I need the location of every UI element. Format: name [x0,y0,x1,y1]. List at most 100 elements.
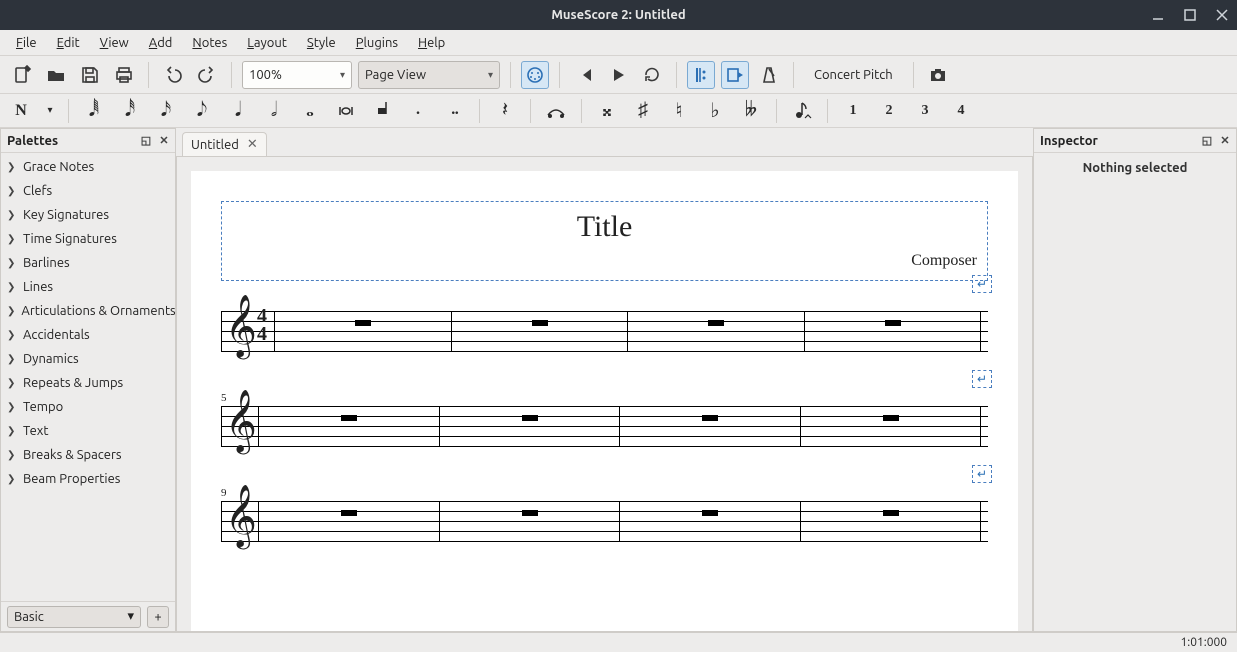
menu-add[interactable]: Add [139,33,183,53]
staff-system[interactable]: ↵𝄞44 [221,311,988,351]
note-longa-button[interactable] [369,98,395,124]
midi-input-button[interactable] [521,61,549,89]
palette-item[interactable]: ❯Lines [1,275,175,299]
flip-button[interactable] [789,98,815,124]
staff-system[interactable]: 9↵𝄞 [221,501,988,541]
sharp-button[interactable]: ♯ [630,98,656,124]
image-capture-button[interactable] [924,61,952,89]
open-button[interactable] [42,61,70,89]
close-panel-icon[interactable]: ✕ [157,134,171,148]
flat-button[interactable]: ♭ [702,98,728,124]
staff-system[interactable]: 5↵𝄞 [221,406,988,446]
double-dot-button[interactable]: .. [441,94,467,120]
whole-rest[interactable] [341,510,357,516]
palette-item[interactable]: ❯Breaks & Spacers [1,443,175,467]
workspace-dropdown[interactable]: Basic ▾ [7,606,141,628]
tab-score[interactable]: Untitled ✕ [182,132,267,156]
menu-plugins[interactable]: Plugins [346,33,408,53]
voice-2-button[interactable]: 2 [876,98,902,124]
canvas[interactable]: Title Composer ↵𝄞445↵𝄞9↵𝄞 [176,156,1033,632]
voice-1-button[interactable]: 1 [840,98,866,124]
new-score-button[interactable] [8,61,36,89]
double-sharp-button[interactable]: 𝄪 [594,98,620,124]
palette-item[interactable]: ❯Key Signatures [1,203,175,227]
concert-pitch-button[interactable]: Concert Pitch [804,61,903,89]
whole-rest[interactable] [341,415,357,421]
whole-rest[interactable] [883,510,899,516]
dot-button[interactable]: . [405,94,431,120]
note-16th-button[interactable]: 𝅘𝅥𝅯 [153,98,179,124]
window-minimize-icon[interactable] [1151,8,1165,22]
add-workspace-button[interactable]: + [147,606,169,628]
undo-button[interactable] [159,61,187,89]
menu-view[interactable]: View [90,33,139,53]
time-signature[interactable]: 44 [257,307,267,343]
system-break-icon[interactable]: ↵ [972,275,992,293]
note-input-chevron-icon[interactable]: ▾ [44,98,56,124]
palette-item[interactable]: ❯Accidentals [1,323,175,347]
whole-rest[interactable] [522,510,538,516]
whole-rest[interactable] [885,320,901,326]
rest-button[interactable]: 𝄽 [492,98,518,124]
palette-item[interactable]: ❯Articulations & Ornaments [1,299,175,323]
whole-rest[interactable] [883,415,899,421]
double-flat-button[interactable]: 𝄫 [738,98,764,124]
metronome-button[interactable] [755,61,783,89]
menu-notes[interactable]: Notes [182,33,237,53]
note-input-button[interactable]: N [8,98,34,124]
tie-button[interactable] [543,98,569,124]
menu-style[interactable]: Style [297,33,346,53]
loop-button[interactable] [638,61,666,89]
play-button[interactable] [604,61,632,89]
undock-icon[interactable]: ◱ [139,134,153,148]
score-composer[interactable]: Composer [232,252,977,270]
palette-item[interactable]: ❯Barlines [1,251,175,275]
pan-playback-button[interactable] [721,61,749,89]
menu-file[interactable]: File [6,33,47,53]
palette-item[interactable]: ❯Clefs [1,179,175,203]
treble-clef-icon[interactable]: 𝄞 [225,299,257,353]
voice-3-button[interactable]: 3 [912,98,938,124]
note-quarter-button[interactable]: 𝅘𝅥 [225,98,251,124]
close-tab-icon[interactable]: ✕ [247,137,258,152]
note-8th-button[interactable]: 𝅘𝅥𝅮 [189,98,215,124]
note-whole-button[interactable]: 𝅝 [297,98,323,124]
whole-rest[interactable] [702,510,718,516]
menu-help[interactable]: Help [408,33,455,53]
system-break-icon[interactable]: ↵ [972,370,992,388]
undock-icon[interactable]: ◱ [1200,134,1214,148]
rewind-button[interactable] [570,61,598,89]
whole-rest[interactable] [532,320,548,326]
note-32nd-button[interactable]: 𝅘𝅥𝅰 [117,98,143,124]
save-button[interactable] [76,61,104,89]
whole-rest[interactable] [355,320,371,326]
voice-4-button[interactable]: 4 [948,98,974,124]
window-close-icon[interactable] [1215,8,1229,22]
play-repeats-button[interactable] [687,61,715,89]
note-64th-button[interactable]: 𝅘𝅥𝅱 [81,98,107,124]
view-mode-dropdown[interactable]: Page View ▾ [358,61,500,89]
zoom-dropdown[interactable]: 100% ▾ [242,61,352,89]
natural-button[interactable]: ♮ [666,98,692,124]
system-break-icon[interactable]: ↵ [972,465,992,483]
palette-item[interactable]: ❯Dynamics [1,347,175,371]
palette-item[interactable]: ❯Beam Properties [1,467,175,491]
print-button[interactable] [110,61,138,89]
menu-edit[interactable]: Edit [47,33,90,53]
palette-item[interactable]: ❯Repeats & Jumps [1,371,175,395]
whole-rest[interactable] [702,415,718,421]
palette-item[interactable]: ❯Grace Notes [1,155,175,179]
whole-rest[interactable] [708,320,724,326]
note-breve-button[interactable] [333,98,359,124]
treble-clef-icon[interactable]: 𝄞 [225,489,257,543]
close-panel-icon[interactable]: ✕ [1218,134,1232,148]
redo-button[interactable] [193,61,221,89]
menu-layout[interactable]: Layout [237,33,297,53]
treble-clef-icon[interactable]: 𝄞 [225,394,257,448]
palette-item[interactable]: ❯Text [1,419,175,443]
score-title[interactable]: Title [232,210,977,244]
palette-item[interactable]: ❯Time Signatures [1,227,175,251]
whole-rest[interactable] [522,415,538,421]
palette-item[interactable]: ❯Tempo [1,395,175,419]
title-frame[interactable]: Title Composer [221,201,988,281]
